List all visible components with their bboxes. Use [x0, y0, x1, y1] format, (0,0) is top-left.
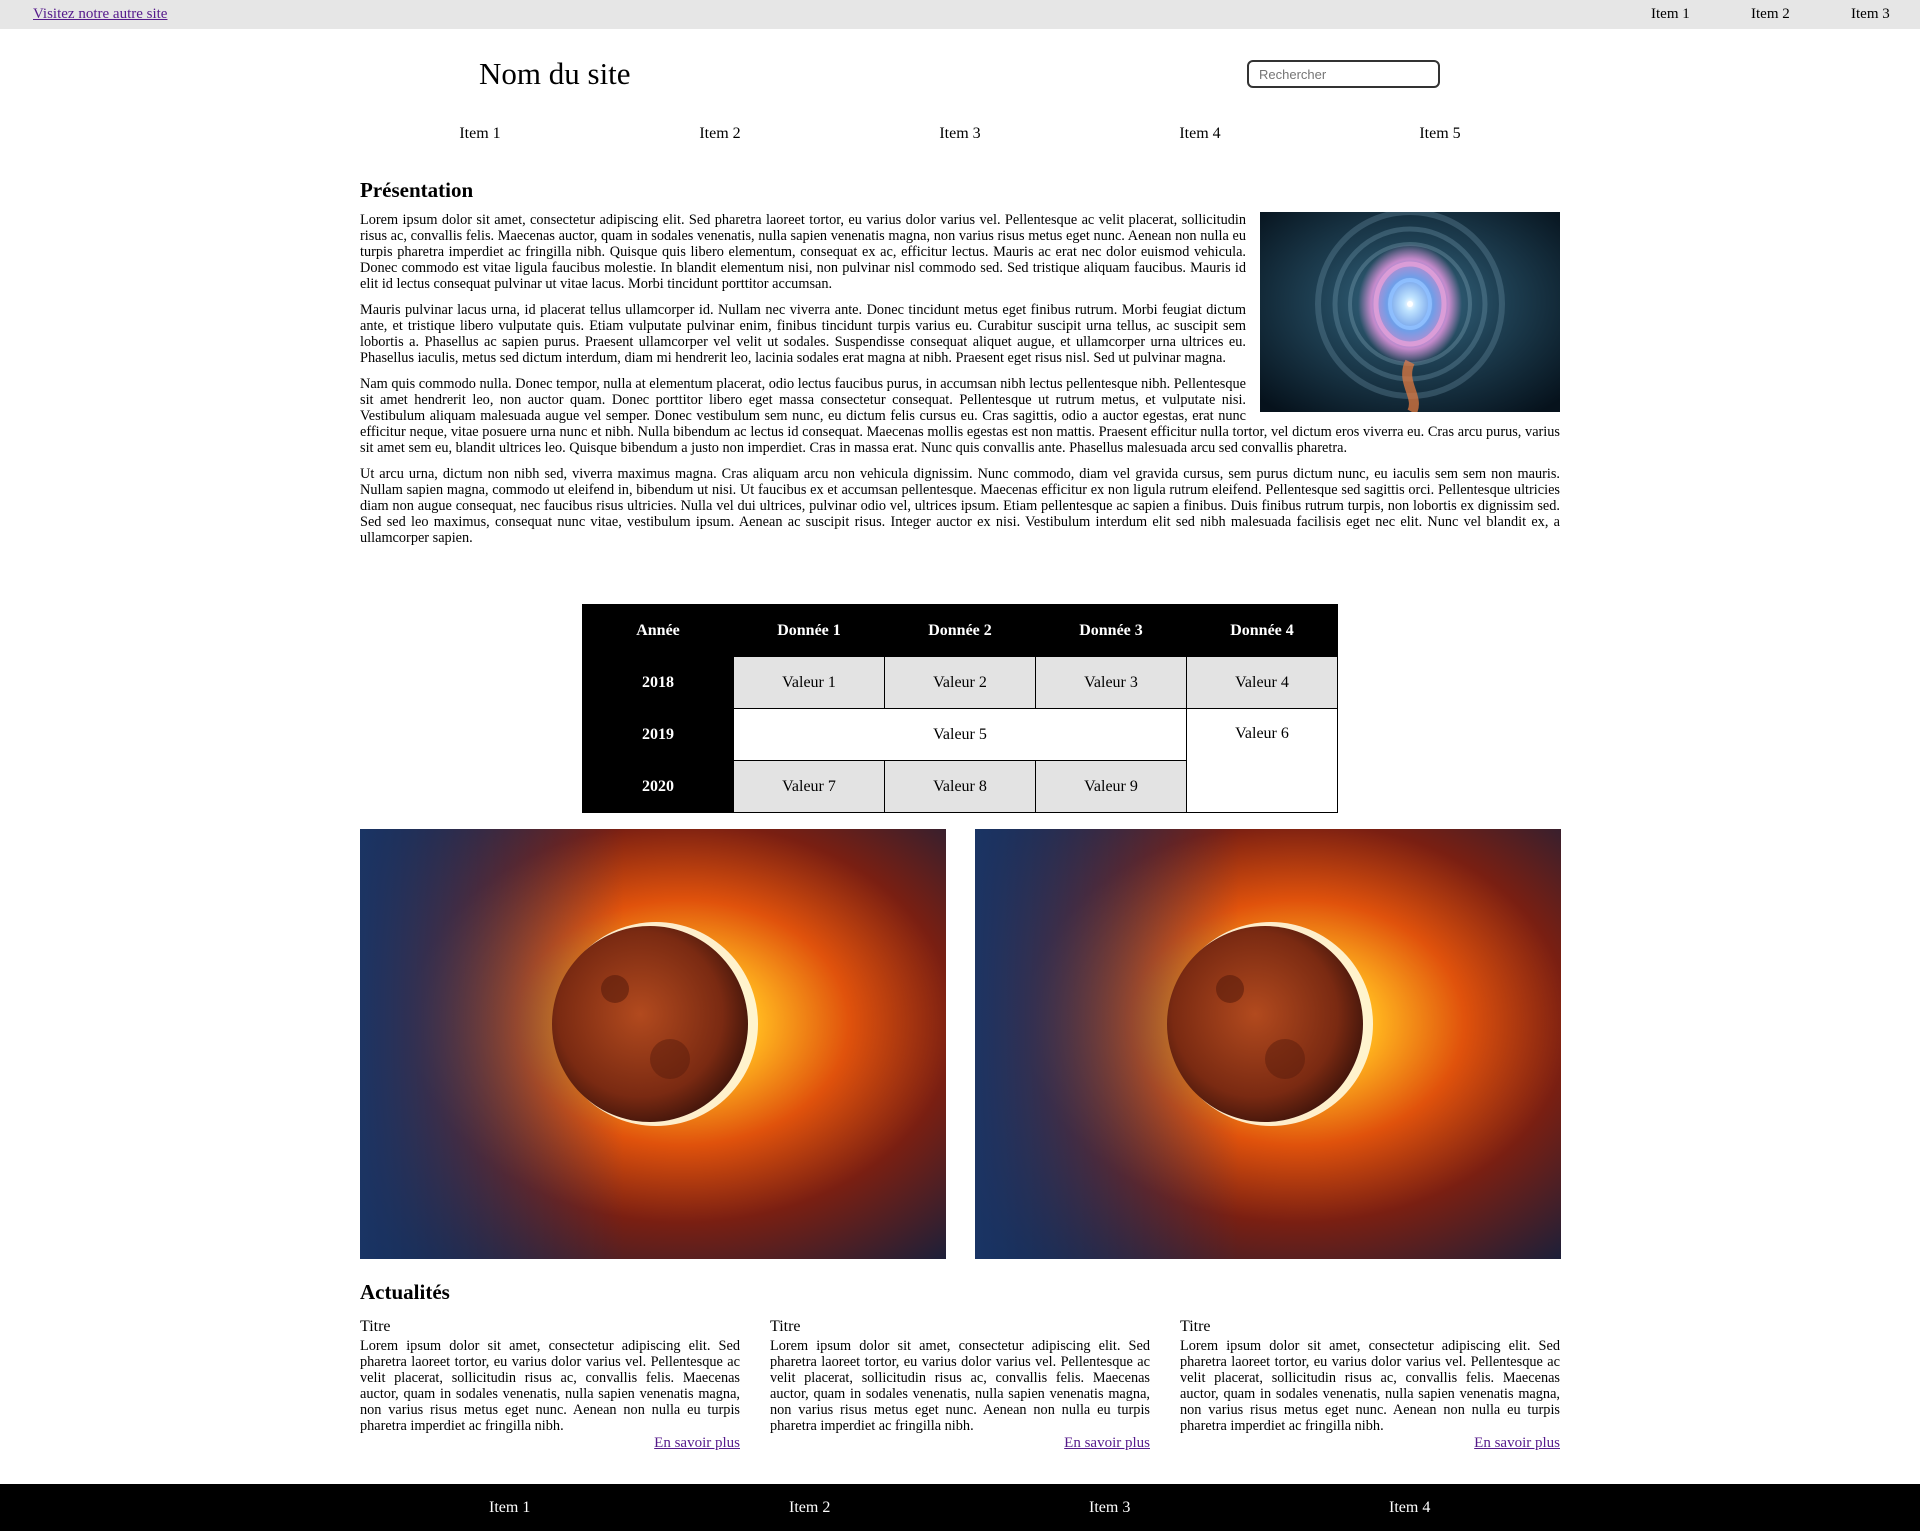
eclipse-image — [975, 829, 1561, 1259]
presentation-paragraph-4: Ut arcu urna, dictum non nibh sed, viver… — [360, 466, 1560, 546]
table-cell: Valeur 6 — [1186, 708, 1338, 813]
news-body: Lorem ipsum dolor sit amet, consectetur … — [770, 1338, 1150, 1434]
topbar-item-1[interactable]: Item 1 — [1651, 6, 1690, 23]
footer: Item 1 Item 2 Item 3 Item 4 — [0, 1484, 1920, 1531]
read-more-link[interactable]: En savoir plus — [770, 1435, 1150, 1452]
news-body: Lorem ipsum dolor sit amet, consectetur … — [360, 1338, 740, 1434]
footer-item-4[interactable]: Item 4 — [1389, 1499, 1430, 1517]
topbar-item-3[interactable]: Item 3 — [1851, 6, 1890, 23]
table-header-cell: Année — [582, 604, 734, 657]
table-cell: Valeur 9 — [1035, 760, 1187, 813]
table-cell: Valeur 2 — [884, 656, 1036, 709]
top-bar: Visitez notre autre site Item 1 Item 2 I… — [0, 0, 1920, 29]
news-title: Titre — [360, 1318, 391, 1335]
year-cell: 2020 — [582, 760, 734, 813]
table-cell: Valeur 5 — [733, 708, 1187, 761]
nav-item-5[interactable]: Item 5 — [1419, 125, 1460, 143]
news-heading: Actualités — [360, 1280, 450, 1304]
year-cell: 2019 — [582, 708, 734, 761]
table-header-cell: Donnée 3 — [1035, 604, 1187, 657]
table-cell: Valeur 8 — [884, 760, 1036, 813]
footer-item-2[interactable]: Item 2 — [789, 1499, 830, 1517]
news-card: Titre Lorem ipsum dolor sit amet, consec… — [770, 1318, 1150, 1452]
topbar-item-2[interactable]: Item 2 — [1751, 6, 1790, 23]
presentation-content: Lorem ipsum dolor sit amet, consectetur … — [360, 212, 1560, 556]
table-cell: Valeur 4 — [1186, 656, 1338, 709]
read-more-link[interactable]: En savoir plus — [360, 1435, 740, 1452]
year-cell: 2018 — [582, 656, 734, 709]
nav-item-4[interactable]: Item 4 — [1179, 125, 1220, 143]
presentation-heading: Présentation — [360, 178, 474, 202]
news-title: Titre — [770, 1318, 801, 1335]
news-card: Titre Lorem ipsum dolor sit amet, consec… — [360, 1318, 740, 1452]
nav-item-2[interactable]: Item 2 — [699, 125, 740, 143]
table-header-row: Année Donnée 1 Donnée 2 Donnée 3 Donnée … — [582, 604, 1338, 657]
table-header-cell: Donnée 4 — [1186, 604, 1338, 657]
nav-item-1[interactable]: Item 1 — [459, 125, 500, 143]
table-header-cell: Donnée 1 — [733, 604, 885, 657]
data-table: Année Donnée 1 Donnée 2 Donnée 3 Donnée … — [582, 604, 1338, 813]
nav-item-3[interactable]: Item 3 — [939, 125, 980, 143]
table-header-cell: Donnée 2 — [884, 604, 1036, 657]
footer-item-1[interactable]: Item 1 — [489, 1499, 530, 1517]
eclipse-image — [360, 829, 946, 1259]
nebula-image — [1260, 212, 1560, 412]
table-cell: Valeur 3 — [1035, 656, 1187, 709]
table-cell: Valeur 1 — [733, 656, 885, 709]
table-row: 2018 Valeur 1 Valeur 2 Valeur 3 Valeur 4 — [582, 656, 1338, 709]
site-name: Nom du site — [479, 56, 631, 91]
news-card: Titre Lorem ipsum dolor sit amet, consec… — [1180, 1318, 1560, 1452]
read-more-link[interactable]: En savoir plus — [1180, 1435, 1560, 1452]
table-cell: Valeur 7 — [733, 760, 885, 813]
news-title: Titre — [1180, 1318, 1211, 1335]
news-body: Lorem ipsum dolor sit amet, consectetur … — [1180, 1338, 1560, 1434]
table-row: 2019 Valeur 5 Valeur 6 — [582, 708, 1338, 813]
search-input[interactable] — [1247, 60, 1440, 88]
footer-item-3[interactable]: Item 3 — [1089, 1499, 1130, 1517]
other-site-link[interactable]: Visitez notre autre site — [33, 6, 167, 23]
